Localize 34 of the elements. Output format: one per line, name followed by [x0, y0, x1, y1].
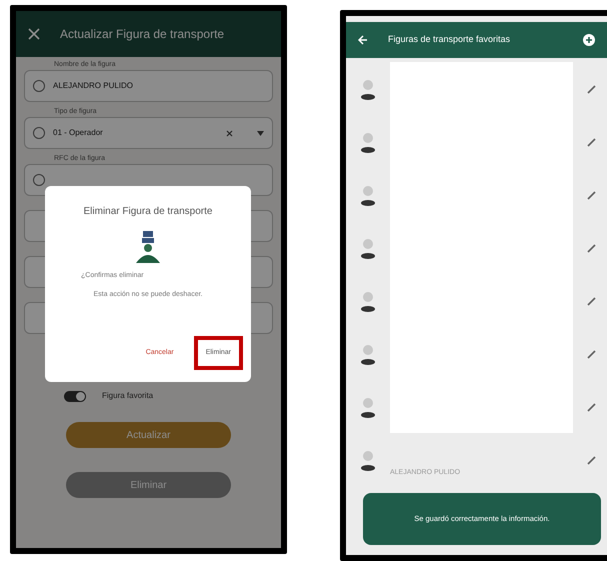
pencil-icon[interactable]: [587, 136, 597, 146]
pencil-icon[interactable]: [587, 454, 597, 464]
clear-icon[interactable]: [226, 130, 233, 136]
field-icon: [33, 80, 45, 92]
field-icon: [33, 174, 45, 186]
avatar-silhouette-icon: [360, 78, 376, 100]
close-icon[interactable]: [28, 28, 40, 40]
field-icon: [33, 127, 45, 139]
input-field[interactable]: ALEJANDRO PULIDO: [24, 70, 273, 102]
toggle-switch[interactable]: [64, 390, 86, 402]
avatar-silhouette-icon: [360, 130, 376, 152]
avatar-silhouette-icon: [360, 342, 376, 364]
pencil-icon[interactable]: [587, 84, 597, 94]
pencil-icon[interactable]: [587, 190, 597, 200]
field-value: 01 - Operador: [53, 127, 104, 139]
avatar-silhouette-icon: [360, 290, 376, 312]
add-icon[interactable]: [583, 34, 595, 46]
pencil-icon[interactable]: [587, 242, 597, 252]
avatar-silhouette-icon: [360, 236, 376, 258]
avatar-silhouette-icon: [360, 184, 376, 206]
field-value: ALEJANDRO PULIDO: [53, 80, 134, 92]
toggle-label: Figura favorita: [102, 390, 154, 402]
avatar-silhouette-icon: [360, 448, 376, 470]
select-field[interactable]: 01 - Operador: [24, 117, 273, 149]
person-icon: [134, 229, 162, 263]
pencil-icon[interactable]: [587, 402, 597, 412]
caret-icon[interactable]: [257, 130, 264, 136]
pencil-icon[interactable]: [587, 348, 597, 358]
dialog-title: Eliminar Figura de transporte: [84, 205, 212, 219]
avatar-silhouette-icon: [360, 396, 376, 418]
back-arrow-icon[interactable]: [358, 35, 368, 45]
screen-title: Figuras de transporte favoritas: [388, 33, 512, 46]
pencil-icon[interactable]: [587, 296, 597, 306]
screen-title: Actualizar Figura de transporte: [60, 26, 224, 43]
